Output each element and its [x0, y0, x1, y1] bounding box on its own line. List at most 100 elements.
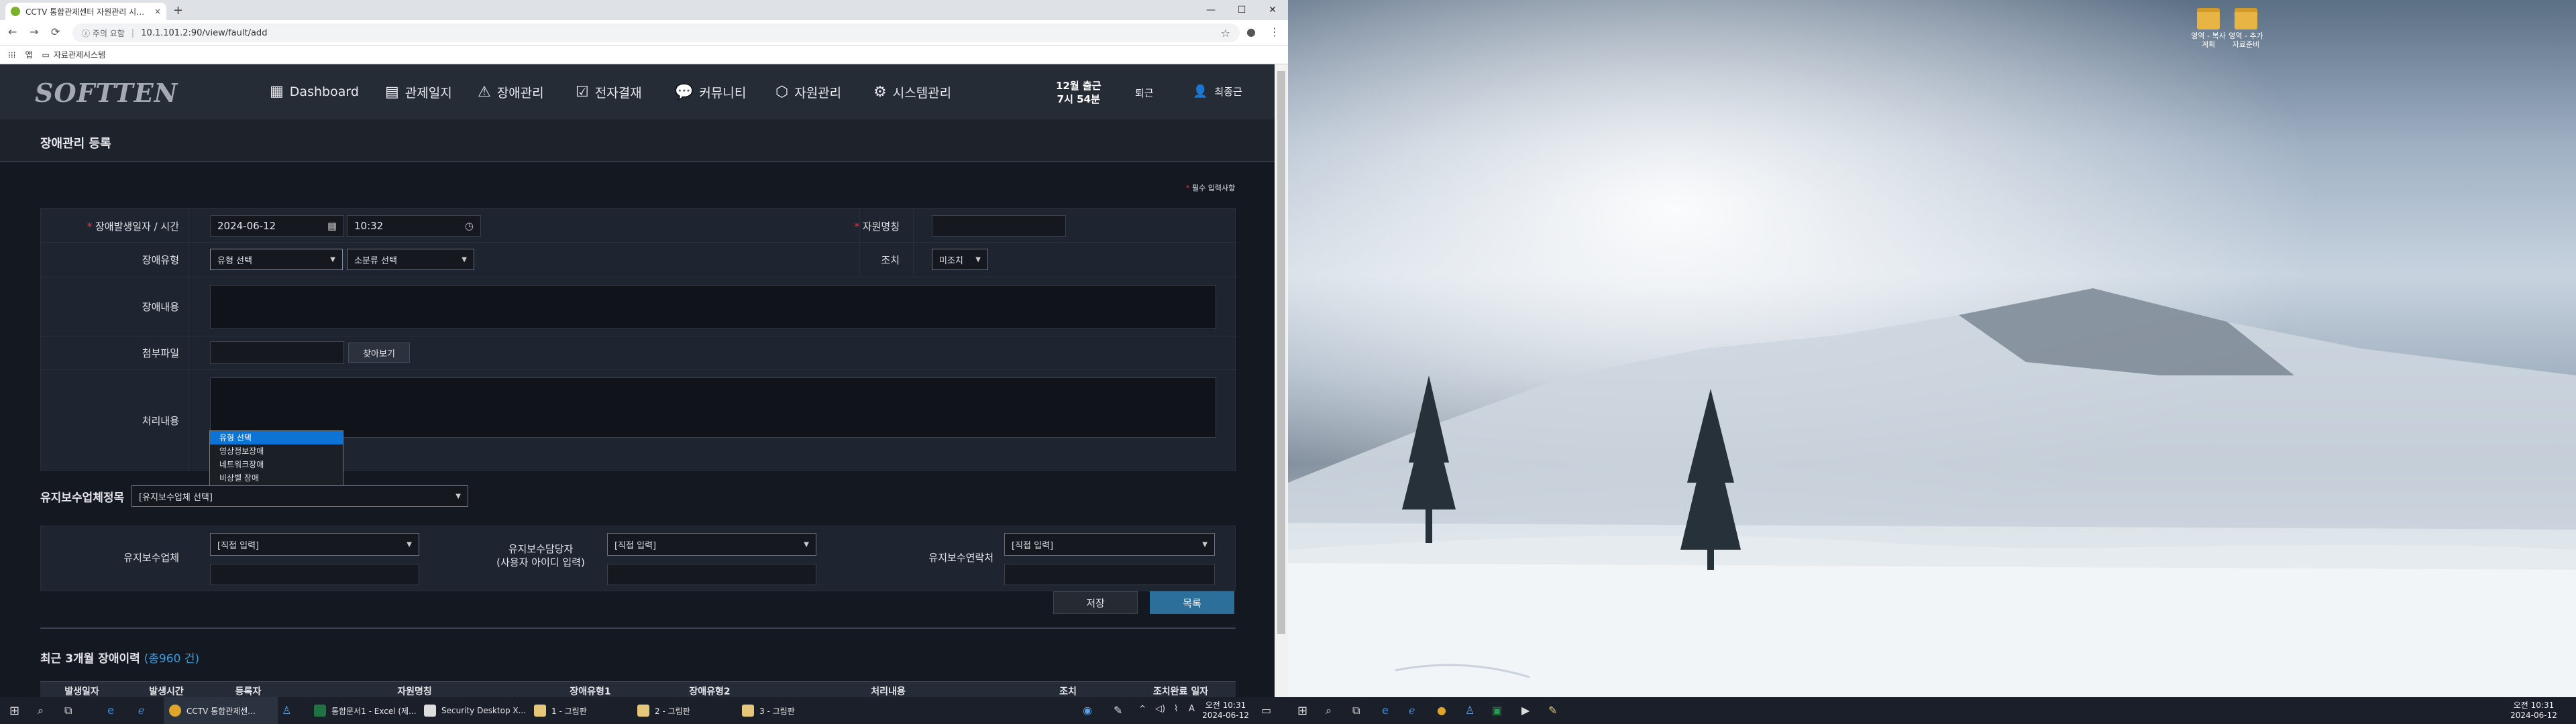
- back-icon[interactable]: ←: [8, 25, 17, 38]
- type-option[interactable]: 유형 선택: [210, 431, 343, 444]
- content-textarea[interactable]: [210, 285, 1216, 329]
- column-header[interactable]: 처리내용: [871, 684, 906, 698]
- ie-icon[interactable]: ℯ: [138, 704, 144, 717]
- forward-icon[interactable]: →: [30, 25, 38, 38]
- bookmark-folder-icon: ▭: [42, 50, 50, 60]
- column-header[interactable]: 자원명칭: [397, 684, 432, 698]
- tray-expand-icon[interactable]: ^: [1139, 704, 1146, 713]
- nav-dashboard[interactable]: ▦ Dashboard: [270, 83, 359, 100]
- close-tab-icon[interactable]: ×: [154, 7, 161, 16]
- bookmark-apps[interactable]: 앱: [25, 49, 32, 60]
- profile-icon[interactable]: ●: [1246, 25, 1256, 38]
- desktop-icon-folder-1[interactable]: 영역 - 복사 계획: [2188, 8, 2229, 49]
- windows-start-icon[interactable]: ⊞: [9, 704, 19, 718]
- logout-button[interactable]: 퇴근: [1135, 86, 1154, 100]
- task-view-icon[interactable]: ⧉: [64, 704, 72, 717]
- subtype-select[interactable]: 소분류 선택 ▼: [347, 249, 474, 270]
- desktop-icon-folder-2[interactable]: 영역 - 추가 자료준비: [2226, 8, 2266, 49]
- url-text[interactable]: 10.1.101.2:90/view/fault/add: [141, 28, 267, 38]
- ime-icon[interactable]: A: [1189, 704, 1195, 714]
- chrome-icon[interactable]: ●: [1437, 704, 1446, 717]
- type-option[interactable]: 네트워크장애: [210, 458, 343, 471]
- column-header[interactable]: 발생일자: [64, 684, 99, 698]
- calendar-icon[interactable]: ▦: [327, 220, 337, 232]
- notification-icon[interactable]: ▭: [1261, 704, 1271, 717]
- tray-icon[interactable]: ✎: [1114, 704, 1122, 717]
- edge-icon[interactable]: e: [1382, 704, 1389, 717]
- ie-icon[interactable]: ℯ: [1409, 704, 1415, 717]
- action-select[interactable]: 미조치 ▼: [932, 249, 988, 270]
- manager-input[interactable]: [607, 564, 816, 585]
- new-tab-button[interactable]: +: [173, 3, 183, 17]
- search-icon[interactable]: ⌕: [1326, 704, 1332, 717]
- date-input[interactable]: 2024-06-12 ▦: [210, 215, 344, 237]
- edge-icon[interactable]: e: [107, 704, 114, 717]
- company-select[interactable]: [직접 입력] ▼: [210, 533, 419, 556]
- column-header[interactable]: 장애유형2: [689, 684, 730, 698]
- column-header[interactable]: 조치완료 일자: [1153, 684, 1208, 698]
- taskbar-item-chrome[interactable]: CCTV 통합관제센...: [164, 697, 278, 724]
- apps-grid-icon[interactable]: ⁞⁞⁞: [8, 50, 15, 60]
- taskbar-item-paint-3[interactable]: 3 - 그림판: [738, 697, 839, 724]
- column-header[interactable]: 발생시간: [149, 684, 184, 698]
- minimize-window-button[interactable]: —: [1195, 0, 1226, 20]
- scrollbar-thumb[interactable]: [1277, 71, 1285, 634]
- security-warning[interactable]: ⓘ 주의 요함: [82, 27, 125, 39]
- type-option[interactable]: 비상벨 장애: [210, 471, 343, 485]
- wifi-icon[interactable]: ⌇: [1174, 704, 1178, 714]
- contact-label: 유지보수연락처: [928, 552, 994, 564]
- network-globe-icon[interactable]: ◉: [1083, 704, 1092, 717]
- taskbar-clock-right[interactable]: 오전 10:31 2024-06-12: [2509, 701, 2559, 721]
- column-header[interactable]: 조치: [1059, 684, 1077, 698]
- browser-tab[interactable]: CCTV 통합관제센터 자원관리 시스템 ×: [5, 3, 166, 20]
- bookmark-system[interactable]: 자료관제시스템: [54, 49, 105, 60]
- taskbar-item-paint-1[interactable]: 1 - 그림판: [530, 697, 631, 724]
- browse-button[interactable]: 찾아보기: [348, 343, 410, 363]
- resource-input[interactable]: [932, 215, 1066, 237]
- type-dropdown-list[interactable]: 유형 선택 영상정보장애 네트워크장애 비상벨 장애: [209, 430, 343, 491]
- nav-approval[interactable]: ☑ 전자결재: [576, 83, 642, 101]
- nav-community[interactable]: 💬 커뮤니티: [675, 83, 746, 101]
- windows-start-icon[interactable]: ⊞: [1297, 704, 1307, 718]
- nav-resource[interactable]: ⬡ 자원관리: [775, 83, 841, 101]
- column-header[interactable]: 장애유형1: [570, 684, 610, 698]
- paint-icon[interactable]: ✎: [1548, 704, 1557, 717]
- company-preset-select[interactable]: [유지보수업체 선택] ▼: [131, 485, 468, 507]
- type-option[interactable]: 영상정보장애: [210, 444, 343, 458]
- contact-select[interactable]: [직접 입력] ▼: [1004, 533, 1215, 556]
- process-textarea[interactable]: [210, 377, 1216, 438]
- attach-input[interactable]: [210, 341, 344, 364]
- company-input[interactable]: [210, 564, 419, 585]
- type-select[interactable]: 유형 선택 ▼: [210, 249, 343, 270]
- contact-input[interactable]: [1004, 564, 1215, 585]
- address-bar[interactable]: ⓘ 주의 요함 | 10.1.101.2:90/view/fault/add ☆: [72, 23, 1240, 42]
- manager-select[interactable]: [직접 입력] ▼: [607, 533, 816, 556]
- media-icon[interactable]: ▶: [1521, 704, 1529, 717]
- list-button[interactable]: 목록: [1150, 591, 1234, 614]
- browser-menu-icon[interactable]: ⋮: [1269, 25, 1280, 38]
- clock-icon[interactable]: ◷: [465, 220, 474, 232]
- taskbar-clock-left[interactable]: 오전 10:31 2024-06-12: [1201, 701, 1250, 721]
- bookmark-star-icon[interactable]: ☆: [1221, 27, 1230, 40]
- search-icon[interactable]: ⌕: [38, 704, 44, 717]
- nav-journal[interactable]: ▤ 관제일지: [385, 83, 452, 101]
- taskbar-item-paint-2[interactable]: 2 - 그림판: [633, 697, 734, 724]
- softten-logo[interactable]: SOFTTEN: [35, 78, 178, 108]
- maximize-window-button[interactable]: ☐: [1226, 0, 1257, 20]
- excel-icon[interactable]: ▣: [1492, 704, 1502, 717]
- user-menu[interactable]: 👤 최종근: [1193, 84, 1242, 99]
- nav-fault[interactable]: ⚠ 장애관리: [478, 83, 544, 101]
- person-icon[interactable]: ♙: [1465, 704, 1474, 717]
- time-input[interactable]: 10:32 ◷: [347, 215, 481, 237]
- close-window-button[interactable]: ✕: [1257, 0, 1288, 20]
- person-icon[interactable]: ♙: [282, 704, 291, 717]
- task-view-icon[interactable]: ⧉: [1352, 704, 1360, 717]
- nav-system[interactable]: ⚙ 시스템관리: [873, 83, 951, 101]
- volume-icon[interactable]: ◁): [1155, 704, 1165, 714]
- reload-icon[interactable]: ⟳: [51, 25, 60, 38]
- save-button[interactable]: 저장: [1053, 591, 1138, 614]
- taskbar-item-security-desktop[interactable]: Security Desktop X...: [420, 697, 527, 724]
- taskbar-item-excel[interactable]: 통합문서1 - Excel (제...: [310, 697, 417, 724]
- column-header[interactable]: 등록자: [235, 684, 262, 698]
- page-scrollbar[interactable]: [1275, 64, 1288, 697]
